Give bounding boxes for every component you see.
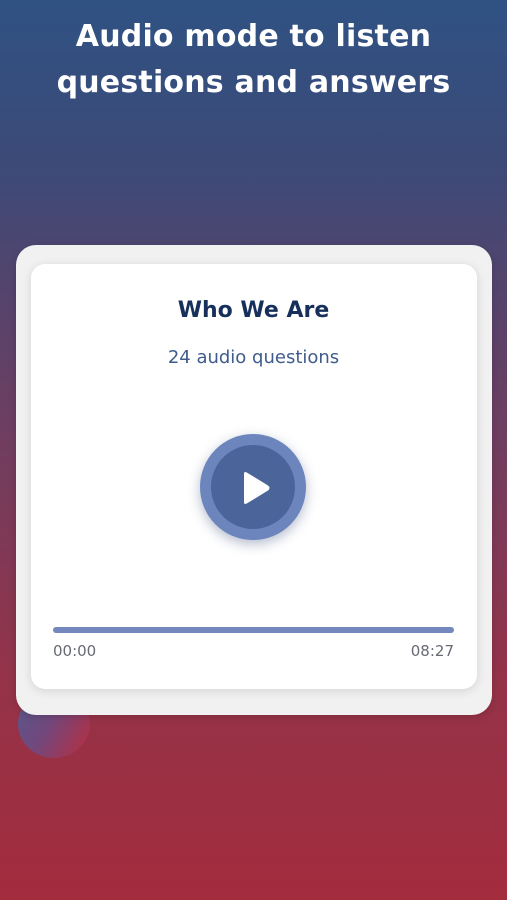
- play-button[interactable]: [200, 434, 306, 540]
- promo-headline: Audio mode to listen questions and answe…: [0, 14, 507, 106]
- promo-headline-line-1: Audio mode to listen: [75, 19, 432, 54]
- time-total: 08:27: [410, 642, 454, 660]
- promo-headline-line-2: questions and answers: [56, 65, 451, 100]
- time-elapsed: 00:00: [53, 642, 97, 660]
- play-button-core: [211, 445, 295, 529]
- audio-card-title: Who We Are: [177, 298, 330, 323]
- play-icon: [244, 472, 270, 504]
- audio-progress-fill: [53, 627, 454, 633]
- audio-question-count: 24 audio questions: [167, 347, 340, 368]
- audio-progress-bar[interactable]: [53, 627, 454, 633]
